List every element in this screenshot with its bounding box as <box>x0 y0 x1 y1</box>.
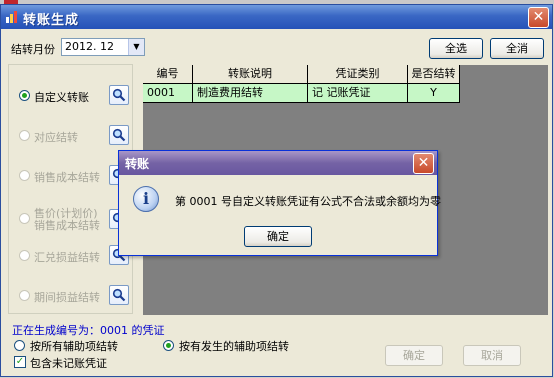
close-icon[interactable]: ✕ <box>413 153 434 174</box>
month-select[interactable]: 2012. 12 ▼ <box>61 38 145 56</box>
month-value: 2012. 12 <box>65 40 114 53</box>
chevron-down-icon[interactable]: ▼ <box>128 39 144 55</box>
option-label: 期间损益结转 <box>34 291 100 304</box>
radio-custom-transfer[interactable] <box>19 90 30 101</box>
option-sales-cost-transfer[interactable]: 销售成本结转 <box>9 163 132 189</box>
radio-by-occurred-aux[interactable] <box>163 340 174 351</box>
option-custom-transfer[interactable]: 自定义转账 <box>9 83 132 109</box>
search-icon[interactable] <box>109 125 129 145</box>
status-text: 正在生成编号为：0001 的凭证 <box>12 324 165 337</box>
search-icon[interactable] <box>109 285 129 305</box>
include-unposted-checkbox[interactable]: ✓ <box>14 356 26 368</box>
include-unposted-label: 包含未记账凭证 <box>30 357 107 370</box>
table-cell-transferred[interactable]: Y <box>408 84 460 103</box>
clear-all-button[interactable]: 全消 <box>490 38 544 59</box>
close-button[interactable]: ✕ <box>528 7 549 28</box>
table-cell-voucher-type[interactable]: 记 记账凭证 <box>308 84 408 103</box>
column-header-transferred[interactable]: 是否结转 <box>408 65 460 84</box>
column-header-id[interactable]: 编号 <box>143 65 193 84</box>
column-header-description[interactable]: 转账说明 <box>193 65 308 84</box>
option-corresponding-transfer[interactable]: 对应结转 <box>9 123 132 149</box>
option-label: 汇兑损益结转 <box>34 251 100 264</box>
main-titlebar[interactable]: 转账生成 ✕ <box>1 5 552 29</box>
search-icon[interactable] <box>109 85 129 105</box>
option-label: 销售成本结转 <box>34 171 100 184</box>
ok-button[interactable]: 确定 <box>385 345 443 366</box>
radio-corresponding-transfer[interactable] <box>19 130 30 141</box>
radio-sales-cost-transfer[interactable] <box>19 170 30 181</box>
option-period-gain-loss-transfer[interactable]: 期间损益结转 <box>9 283 132 309</box>
transfer-type-panel: 自定义转账 对应结转 销售成本结转 售价(计划价) 销售成本结转 汇兑损益结转 … <box>8 64 133 314</box>
transfer-message-dialog: 转账 ✕ i 第 0001 号自定义转账凭证有公式不合法或余额均为零 确定 <box>118 150 441 256</box>
dialog-title: 转账 <box>125 157 150 171</box>
option-label: 自定义转账 <box>34 91 89 104</box>
radio-planned-price-transfer[interactable] <box>19 213 30 224</box>
main-window-title: 转账生成 <box>23 13 80 28</box>
column-header-voucher-type[interactable]: 凭证类别 <box>308 65 408 84</box>
cancel-button[interactable]: 取消 <box>463 345 521 366</box>
option-planned-price-sales-cost-transfer[interactable]: 售价(计划价) 销售成本结转 <box>9 203 132 235</box>
option-label-line2: 销售成本结转 <box>34 219 100 232</box>
by-occurred-aux-label: 按有发生的辅助项结转 <box>179 340 289 353</box>
option-label: 对应结转 <box>34 131 78 144</box>
radio-period-gain-loss[interactable] <box>19 290 30 301</box>
month-label: 结转月份 <box>11 43 55 56</box>
radio-by-all-aux[interactable] <box>14 340 25 351</box>
table-cell-id[interactable]: 0001 <box>143 84 193 103</box>
option-exchange-gain-loss-transfer[interactable]: 汇兑损益结转 <box>9 243 132 269</box>
by-all-aux-label: 按所有辅助项结转 <box>30 340 118 353</box>
dialog-titlebar[interactable]: 转账 ✕ <box>119 151 437 175</box>
dialog-ok-button[interactable]: 确定 <box>244 226 312 247</box>
select-all-button[interactable]: 全选 <box>429 38 483 59</box>
radio-exchange-gain-loss[interactable] <box>19 250 30 261</box>
dialog-message: 第 0001 号自定义转账凭证有公式不合法或余额均为零 <box>175 195 441 208</box>
info-icon: i <box>133 186 159 212</box>
chart-app-icon <box>6 11 17 23</box>
table-cell-description[interactable]: 制造费用结转 <box>193 84 308 103</box>
